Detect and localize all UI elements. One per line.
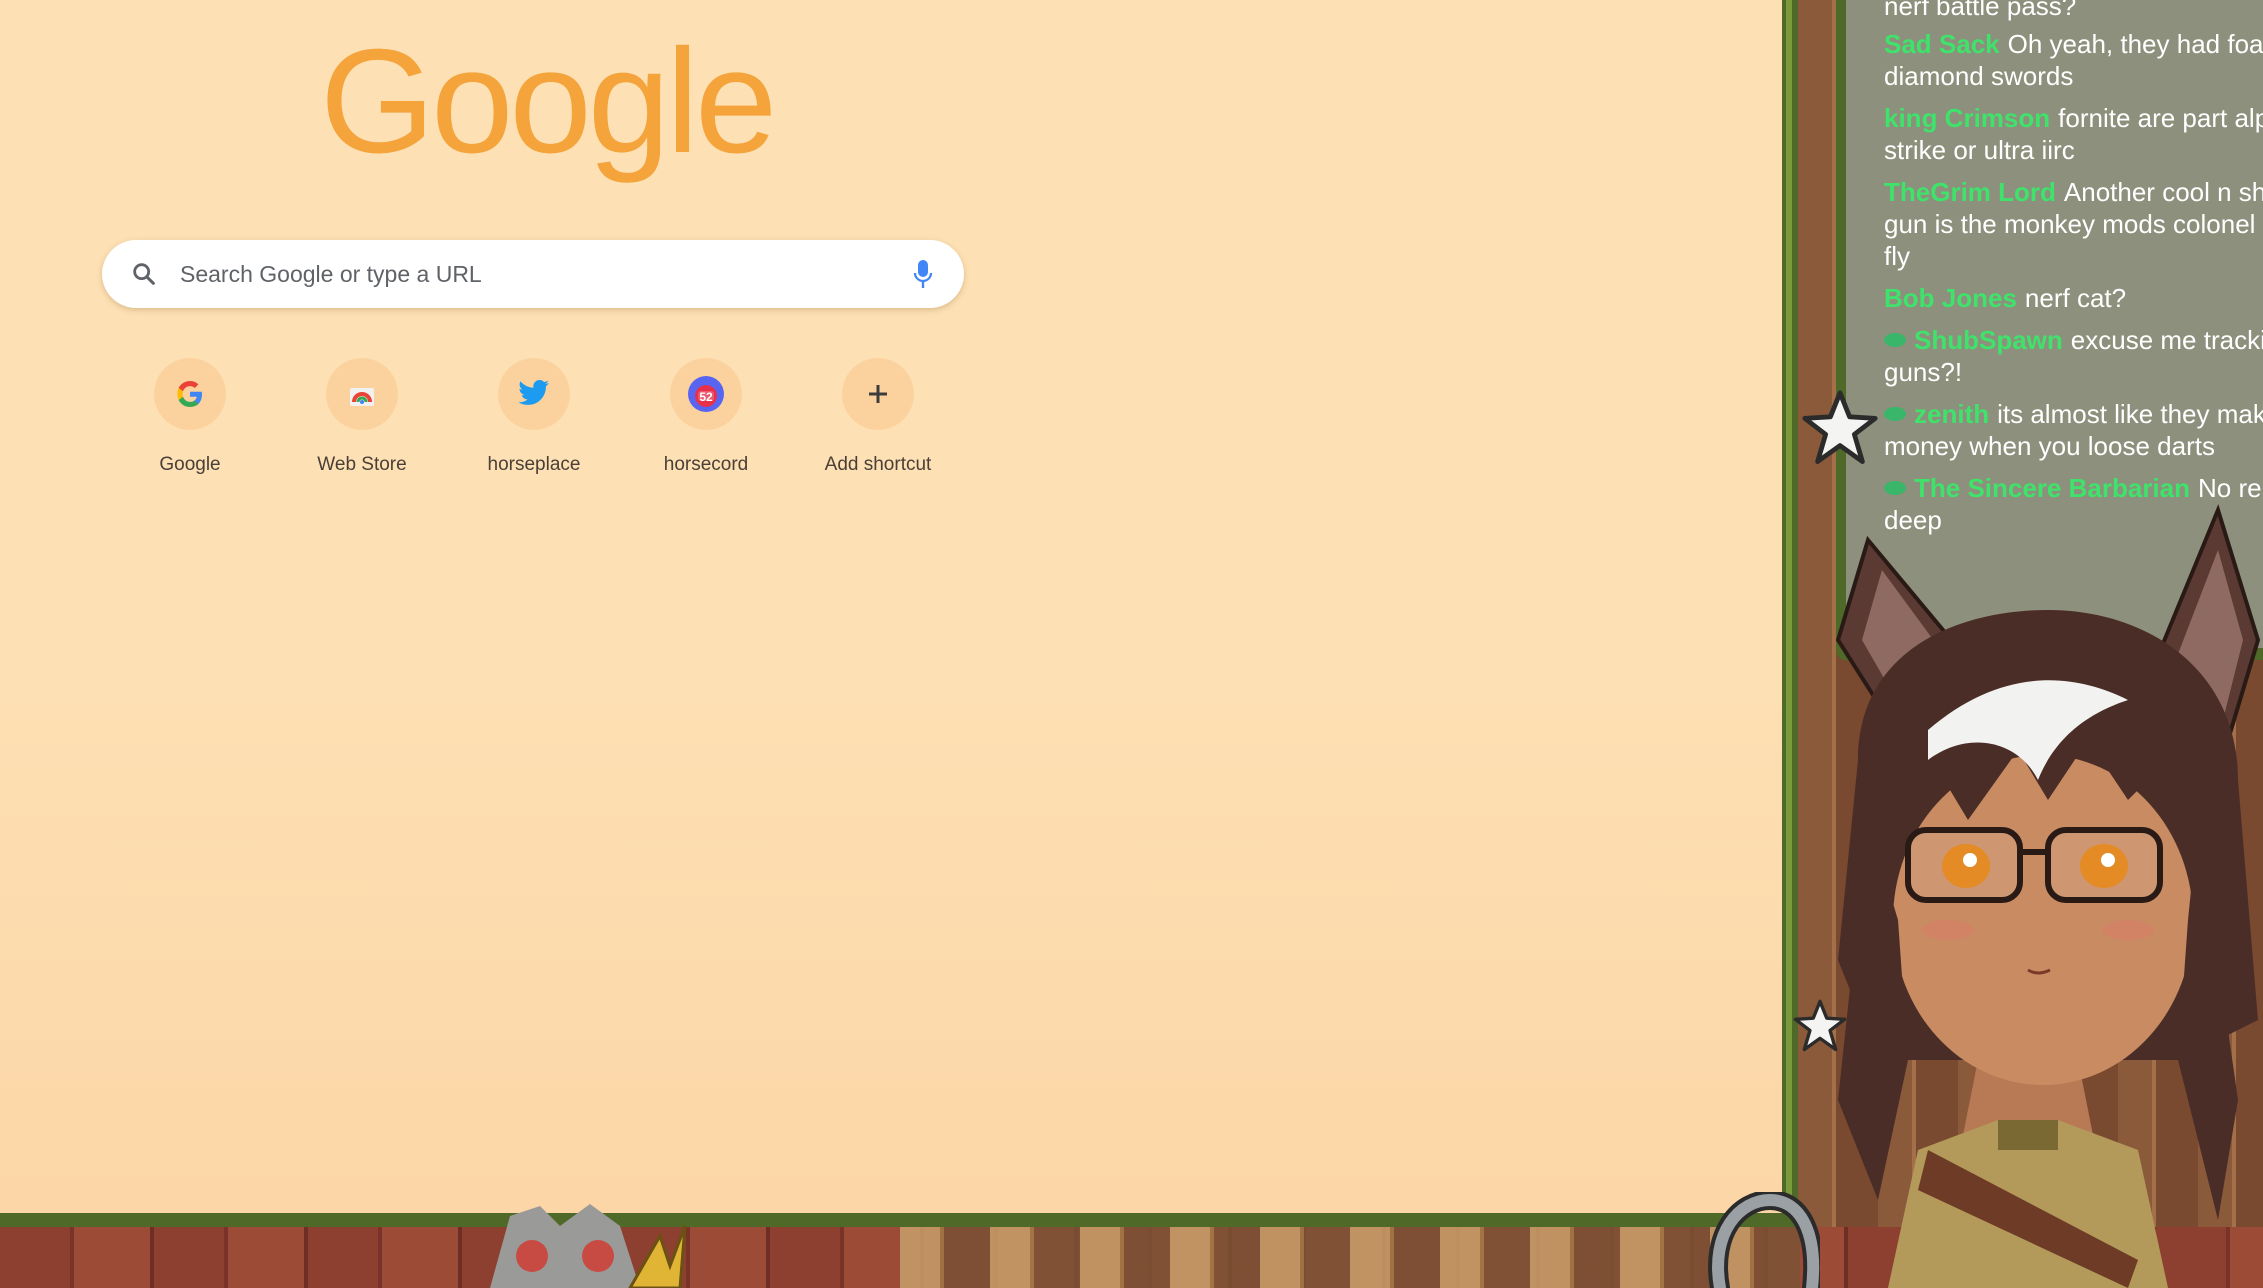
vtuber-avatar: [1835, 504, 2261, 1288]
shortcut-label: Web Store: [317, 454, 407, 475]
green-frame-horizontal: [0, 1213, 1800, 1227]
horseshoe-icon: [1708, 1192, 1820, 1288]
shortcut-web-store[interactable]: Web Store: [292, 356, 432, 486]
shortcut-label: Add shortcut: [824, 454, 932, 475]
chat-username: Sad Sack: [1884, 29, 2000, 59]
shortcut-tiles: Google Web Store horseplace 52 horsecord…: [120, 356, 1010, 486]
chat-message: zenith its almost like they make money wh…: [1884, 398, 2263, 462]
chat-message: TheGrim LordAnother cool n shoot gun is …: [1884, 176, 2263, 272]
chat-username: zenith: [1914, 399, 1990, 429]
chat-username: TheGrim Lord: [1884, 177, 2056, 207]
shortcut-label: horsecord: [663, 454, 749, 475]
star-icon: [1802, 390, 1878, 464]
search-icon: [133, 263, 155, 285]
google-logo: Google: [320, 19, 777, 184]
chat-username: ShubSpawn: [1914, 325, 2063, 355]
chat-username: Bob Jones: [1884, 283, 2017, 313]
search-box[interactable]: [102, 240, 964, 308]
horsecord-icon: 52: [670, 358, 742, 430]
shortcut-google[interactable]: Google: [120, 356, 260, 486]
chat-badge-icon: [1884, 333, 1906, 347]
chat-message: king Crimsonfornite are part alpha strik…: [1884, 102, 2263, 166]
chat-badge-icon: [1884, 481, 1906, 495]
chat-messages: nerf battle pass? Sad Sack Oh yeah, they …: [1884, 0, 2263, 546]
web-store-icon: [326, 358, 398, 430]
chat-username: king Crimson: [1884, 103, 2051, 133]
shortcut-label: Google: [159, 454, 221, 475]
shortcut-add[interactable]: Add shortcut: [808, 356, 948, 486]
browser-new-tab-page: Google Google: [0, 0, 1785, 1215]
chat-partial-line: nerf battle pass?: [1884, 0, 2077, 21]
wooden-fence: [900, 1227, 1800, 1288]
chat-badge-icon: [1884, 407, 1906, 421]
horse-mascot-ears-icon: [490, 1204, 687, 1288]
shortcut-label: horseplace: [487, 454, 581, 475]
twitter-bird-icon: [498, 358, 570, 430]
google-g-icon: [154, 358, 226, 430]
svg-text:52: 52: [699, 390, 713, 404]
chat-message: Sad Sack Oh yeah, they had foam diamond s…: [1884, 28, 2263, 92]
microphone-icon[interactable]: [912, 258, 934, 290]
chat-text: nerf cat?: [2024, 283, 2127, 313]
chat-message: ShubSpawnexcuse me tracking guns?!: [1884, 324, 2263, 388]
plus-icon: [842, 358, 914, 430]
shortcut-horsecord[interactable]: 52 horsecord: [636, 356, 776, 486]
search-input[interactable]: [180, 254, 880, 294]
chat-message: Bob Jones nerf cat?: [1884, 282, 2263, 314]
shortcut-horseplace[interactable]: horseplace: [464, 356, 604, 486]
chat-username: The Sincere Barbarian: [1914, 473, 2190, 503]
